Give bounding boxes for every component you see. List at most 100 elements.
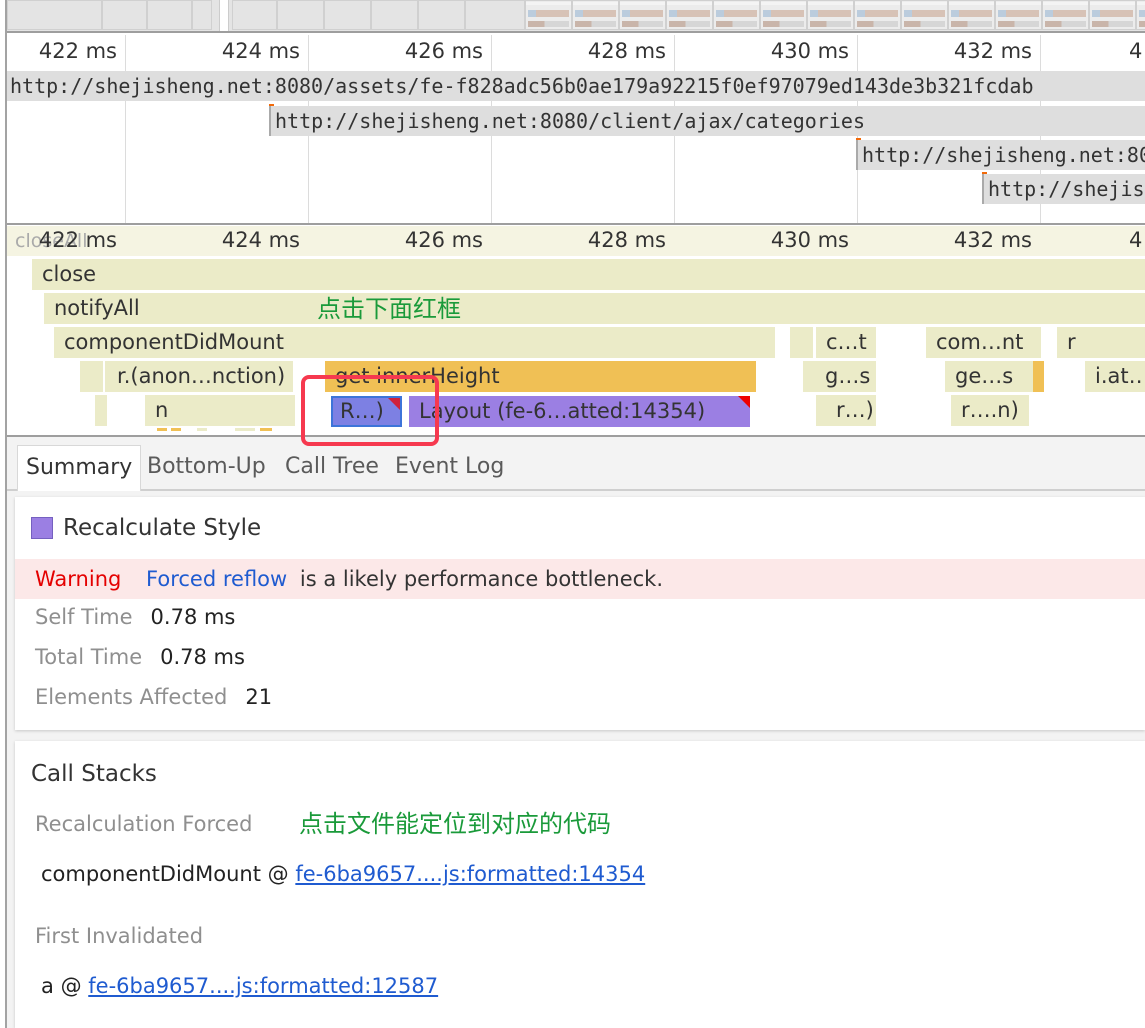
source-link[interactable]: fe-6ba9657....js:formatted:14354 bbox=[295, 862, 645, 886]
function-name: componentDidMount bbox=[41, 862, 261, 886]
filmstrip-thumbnail[interactable] bbox=[525, 0, 572, 30]
flame-bar-rn[interactable]: r….n) bbox=[951, 395, 1029, 426]
flame-bar-r[interactable]: r bbox=[1057, 327, 1145, 358]
filmstrip-frame[interactable] bbox=[418, 0, 465, 30]
flame-bar-iat[interactable]: i.at… bbox=[1085, 361, 1145, 392]
filmstrip-thumbnail[interactable] bbox=[713, 0, 760, 30]
pane-divider[interactable] bbox=[7, 223, 1145, 225]
highlight-red-box bbox=[301, 375, 439, 446]
flame-bar[interactable] bbox=[260, 428, 272, 431]
call-stacks-title: Call Stacks bbox=[31, 761, 157, 787]
flame-bar-notifyAll[interactable]: notifyAll bbox=[44, 293, 1145, 324]
total-time-value: 0.78 ms bbox=[160, 645, 245, 669]
forced-reflow-link[interactable]: Forced reflow bbox=[146, 567, 287, 591]
network-request-bar[interactable]: http://shejish bbox=[982, 174, 1145, 204]
flame-bar-n[interactable]: n bbox=[145, 395, 295, 426]
filmstrip-frame[interactable] bbox=[7, 0, 102, 30]
flame-bar-label: Layout (fe-6…atted:14354) bbox=[419, 399, 706, 423]
summary-card: Recalculate Style Warning Forced reflow … bbox=[15, 497, 1145, 730]
tab-bottom-up[interactable]: Bottom-Up bbox=[139, 445, 274, 491]
source-link[interactable]: fe-6ba9657....js:formatted:12587 bbox=[88, 974, 438, 998]
flame-bar[interactable] bbox=[95, 395, 107, 426]
flame-chart: closeAll 422 ms 424 ms 426 ms 428 ms 430… bbox=[7, 226, 1145, 431]
tick-label: 4 bbox=[1129, 228, 1143, 252]
filmstrip-thumbnail[interactable] bbox=[1042, 0, 1089, 30]
event-title: Recalculate Style bbox=[63, 515, 262, 541]
screenshot-filmstrip[interactable] bbox=[7, 0, 1145, 33]
flame-bar-comnt[interactable]: com…nt bbox=[926, 327, 1041, 358]
tick-label: 424 ms bbox=[221, 39, 300, 63]
flame-bar[interactable] bbox=[171, 428, 181, 431]
tick-label: 432 ms bbox=[953, 39, 1032, 63]
flame-bar-layout[interactable]: Layout (fe-6…atted:14354) bbox=[409, 396, 750, 427]
warning-label: Warning bbox=[35, 567, 122, 591]
event-color-swatch bbox=[31, 517, 53, 539]
flame-bar-close[interactable]: close bbox=[32, 259, 1145, 290]
self-time-row: Self Time 0.78 ms bbox=[35, 605, 235, 629]
filmstrip-thumbnail[interactable] bbox=[807, 0, 854, 30]
tick-label: 430 ms bbox=[770, 39, 849, 63]
flame-bar[interactable] bbox=[197, 428, 207, 431]
tick-label: 422 ms bbox=[38, 39, 117, 63]
filmstrip-thumbnail[interactable] bbox=[619, 0, 666, 30]
filmstrip-cursor bbox=[219, 0, 229, 31]
filmstrip-thumbnail[interactable] bbox=[572, 0, 619, 30]
at-sign: @ bbox=[267, 862, 289, 886]
filmstrip-frame[interactable] bbox=[147, 0, 192, 30]
filmstrip-thumbnail[interactable] bbox=[854, 0, 901, 30]
network-pane: 422 ms 424 ms 426 ms 428 ms 430 ms 432 m… bbox=[7, 35, 1145, 223]
details-tab-bar: Summary Bottom-Up Call Tree Event Log bbox=[7, 435, 1145, 491]
function-name: a bbox=[41, 974, 54, 998]
filmstrip-frame[interactable] bbox=[277, 0, 324, 30]
tab-call-tree[interactable]: Call Tree bbox=[277, 445, 387, 491]
filmstrip-frame[interactable] bbox=[465, 0, 525, 30]
annotation-click-file: 点击文件能定位到对应的代码 bbox=[299, 810, 611, 838]
flame-bar[interactable] bbox=[235, 428, 255, 431]
annotation-click-red-box: 点击下面红框 bbox=[317, 295, 461, 323]
flame-bar[interactable] bbox=[790, 327, 813, 358]
event-title-row: Recalculate Style bbox=[31, 515, 261, 541]
filmstrip-frame[interactable] bbox=[102, 0, 147, 30]
filmstrip-frame[interactable] bbox=[192, 0, 212, 30]
elements-affected-label: Elements Affected bbox=[35, 685, 228, 709]
warning-row: Warning Forced reflow is a likely perfor… bbox=[15, 559, 1145, 599]
tab-summary[interactable]: Summary bbox=[17, 445, 142, 491]
flame-bar-anon-function[interactable]: r.(anon…nction) bbox=[105, 361, 293, 392]
network-request-bar[interactable]: http://shejisheng.net:80 bbox=[856, 140, 1145, 170]
filmstrip-thumbnail[interactable] bbox=[995, 0, 1042, 30]
filmstrip-thumbnail[interactable] bbox=[666, 0, 713, 30]
filmstrip-thumbnail[interactable] bbox=[948, 0, 995, 30]
filmstrip-thumbnail[interactable] bbox=[760, 0, 807, 30]
tick-label: 432 ms bbox=[953, 228, 1032, 252]
flame-bar-rparen[interactable]: r…) bbox=[816, 395, 876, 426]
filmstrip-frame[interactable] bbox=[324, 0, 371, 30]
tick-label: 426 ms bbox=[404, 228, 483, 252]
filmstrip-thumbnail[interactable] bbox=[1136, 0, 1145, 30]
flame-bar[interactable] bbox=[157, 428, 167, 431]
flame-time-ruler: closeAll 422 ms 424 ms 426 ms 428 ms 430… bbox=[7, 226, 1145, 256]
tick-label: 428 ms bbox=[587, 39, 666, 63]
tick-label: 424 ms bbox=[221, 228, 300, 252]
flame-bar[interactable] bbox=[1033, 361, 1044, 392]
self-time-value: 0.78 ms bbox=[150, 605, 236, 629]
filmstrip-thumbnail[interactable] bbox=[1089, 0, 1136, 30]
total-time-row: Total Time 0.78 ms bbox=[35, 645, 245, 669]
flame-bar-ct[interactable]: c…t bbox=[816, 327, 876, 358]
flame-bar-ges[interactable]: ge…s bbox=[945, 361, 1033, 392]
time-ruler: 422 ms 424 ms 426 ms 428 ms 430 ms 432 m… bbox=[7, 35, 1145, 67]
tick-label: 428 ms bbox=[587, 228, 666, 252]
flame-bar-gs[interactable]: g…s bbox=[803, 361, 876, 392]
filmstrip-frame[interactable] bbox=[232, 0, 277, 30]
filmstrip-thumbnail[interactable] bbox=[901, 0, 948, 30]
flame-bar-componentDidMount[interactable]: componentDidMount bbox=[54, 327, 775, 358]
network-request-bar[interactable]: http://shejisheng.net:8080/assets/fe-f82… bbox=[7, 71, 1145, 101]
elements-affected-value: 21 bbox=[245, 685, 273, 709]
self-time-label: Self Time bbox=[35, 605, 133, 629]
network-request-bar[interactable]: http://shejisheng.net:8080/client/ajax/c… bbox=[269, 106, 1145, 136]
tick-label: 422 ms bbox=[38, 228, 117, 252]
filmstrip-frame[interactable] bbox=[371, 0, 418, 30]
tab-event-log[interactable]: Event Log bbox=[387, 445, 512, 491]
tick-label: 4 bbox=[1129, 39, 1143, 63]
warning-text: is a likely performance bottleneck. bbox=[299, 567, 664, 591]
flame-bar[interactable] bbox=[80, 361, 103, 392]
